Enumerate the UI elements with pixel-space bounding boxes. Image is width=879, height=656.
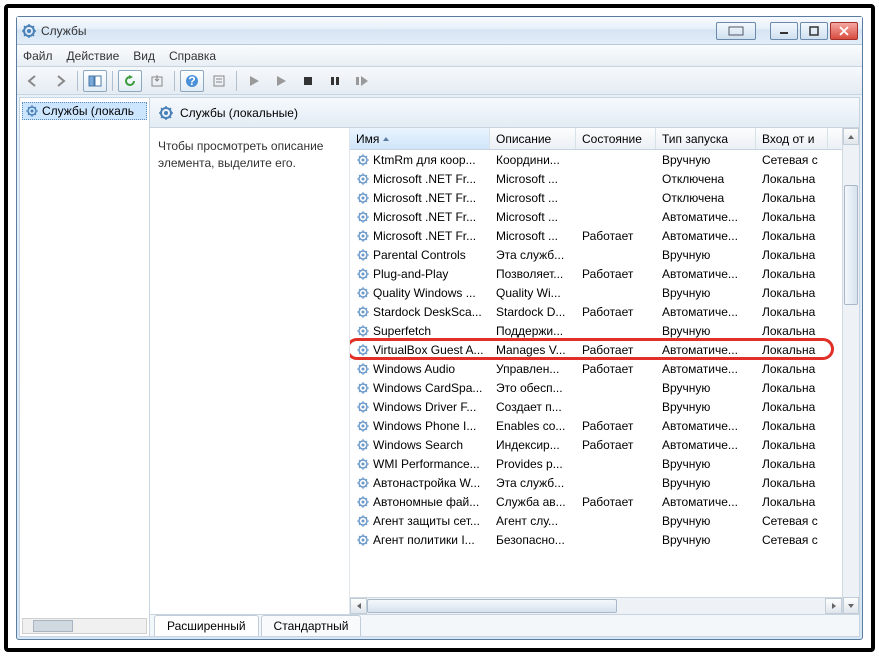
body: Службы (локаль Службы (локальные) Чтобы … xyxy=(19,97,860,637)
menu-help[interactable]: Справка xyxy=(169,49,216,63)
service-row[interactable]: WMI Performance...Provides p...ВручнуюЛо… xyxy=(350,454,842,473)
service-row[interactable]: KtmRm для коор...Координи...ВручнуюСетев… xyxy=(350,150,842,169)
tree-panel: Службы (локаль xyxy=(20,98,150,636)
list-body[interactable]: KtmRm для коор...Координи...ВручнуюСетев… xyxy=(350,150,842,597)
scroll-down-icon[interactable] xyxy=(843,597,859,614)
stop-service-button[interactable] xyxy=(296,70,320,92)
show-hide-tree-button[interactable] xyxy=(83,70,107,92)
list-header: Имя Описание Состояние Тип запуска Вход … xyxy=(350,128,842,150)
scroll-left-icon[interactable] xyxy=(350,598,367,614)
services-window: Службы Файл Действие Вид Справка ? xyxy=(16,16,863,640)
list-hscroll[interactable] xyxy=(350,597,842,614)
menu-view[interactable]: Вид xyxy=(133,49,155,63)
service-row[interactable]: Автонастройка W...Эта служб...ВручнуюЛок… xyxy=(350,473,842,492)
help-button[interactable]: ? xyxy=(180,70,204,92)
service-row[interactable]: Windows CardSpa...Это обесп...ВручнуюЛок… xyxy=(350,378,842,397)
service-row[interactable]: VirtualBox Guest A...Manages V...Работае… xyxy=(350,340,842,359)
main-panel: Службы (локальные) Чтобы просмотреть опи… xyxy=(150,98,859,636)
gear-icon xyxy=(25,104,39,118)
menubar: Файл Действие Вид Справка xyxy=(17,45,862,67)
service-row[interactable]: SuperfetchПоддержи...ВручнуюЛокальна xyxy=(350,321,842,340)
sort-asc-icon xyxy=(382,135,390,143)
main-header-title: Службы (локальные) xyxy=(180,106,298,120)
tree-services-local[interactable]: Службы (локаль xyxy=(22,102,147,120)
service-row[interactable]: Parental ControlsЭта служб...ВручнуюЛока… xyxy=(350,245,842,264)
service-row[interactable]: Агент защиты сет...Агент слу...ВручнуюСе… xyxy=(350,511,842,530)
service-row[interactable]: Microsoft .NET Fr...Microsoft ...Работае… xyxy=(350,226,842,245)
service-row[interactable]: Агент политики I...Безопасно...ВручнуюСе… xyxy=(350,530,842,549)
window-title: Службы xyxy=(41,24,716,38)
refresh-button[interactable] xyxy=(118,70,142,92)
forward-button[interactable] xyxy=(48,70,72,92)
menu-action[interactable]: Действие xyxy=(67,49,120,63)
service-row[interactable]: Windows Phone I...Enables co...РаботаетА… xyxy=(350,416,842,435)
maximize-button[interactable] xyxy=(800,22,828,40)
col-name[interactable]: Имя xyxy=(350,128,490,149)
outer-frame: Службы Файл Действие Вид Справка ? xyxy=(4,4,875,652)
view-tabs: Расширенный Стандартный xyxy=(150,614,859,636)
service-row[interactable]: Автономные фай...Служба ав...РаботаетАвт… xyxy=(350,492,842,511)
service-row[interactable]: Plug-and-PlayПозволяет...РаботаетАвтомат… xyxy=(350,264,842,283)
restart-service-button[interactable] xyxy=(350,70,374,92)
col-description[interactable]: Описание xyxy=(490,128,576,149)
col-logon[interactable]: Вход от и xyxy=(756,128,828,149)
description-panel: Чтобы просмотреть описание элемента, выд… xyxy=(150,128,350,614)
export-button[interactable] xyxy=(145,70,169,92)
properties-button[interactable] xyxy=(207,70,231,92)
service-row[interactable]: Windows SearchИндексир...РаботаетАвтомат… xyxy=(350,435,842,454)
tree-root-label: Службы (локаль xyxy=(42,104,134,118)
service-row[interactable]: Quality Windows ...Quality Wi...ВручнуюЛ… xyxy=(350,283,842,302)
main-content: Чтобы просмотреть описание элемента, выд… xyxy=(150,128,859,614)
scroll-right-icon[interactable] xyxy=(825,598,842,614)
extra-button[interactable] xyxy=(716,22,756,40)
tab-standard[interactable]: Стандартный xyxy=(261,615,362,636)
service-row[interactable]: Microsoft .NET Fr...Microsoft ...Автомат… xyxy=(350,207,842,226)
description-text: Чтобы просмотреть описание элемента, выд… xyxy=(158,139,323,170)
scroll-up-icon[interactable] xyxy=(843,128,859,145)
svg-text:?: ? xyxy=(188,74,195,88)
pause-service-button[interactable] xyxy=(323,70,347,92)
services-list: Имя Описание Состояние Тип запуска Вход … xyxy=(350,128,859,614)
services-icon xyxy=(21,23,37,39)
minimize-button[interactable] xyxy=(770,22,798,40)
toolbar: ? xyxy=(17,67,862,95)
start-service-button-2[interactable] xyxy=(269,70,293,92)
tab-extended[interactable]: Расширенный xyxy=(154,615,259,636)
tree-hscroll[interactable] xyxy=(22,618,147,634)
service-row[interactable]: Stardock DeskSca...Stardock D...Работает… xyxy=(350,302,842,321)
list-vscroll[interactable] xyxy=(842,128,859,614)
menu-file[interactable]: Файл xyxy=(23,49,53,63)
main-header: Службы (локальные) xyxy=(150,98,859,128)
service-row[interactable]: Microsoft .NET Fr...Microsoft ...Отключе… xyxy=(350,188,842,207)
close-button[interactable] xyxy=(830,22,858,40)
service-row[interactable]: Microsoft .NET Fr...Microsoft ...Отключе… xyxy=(350,169,842,188)
service-row[interactable]: Windows AudioУправлен...РаботаетАвтомати… xyxy=(350,359,842,378)
start-service-button[interactable] xyxy=(242,70,266,92)
service-row[interactable]: Windows Driver F...Создает п...ВручнуюЛо… xyxy=(350,397,842,416)
back-button[interactable] xyxy=(21,70,45,92)
gear-icon xyxy=(158,105,174,121)
titlebar[interactable]: Службы xyxy=(17,17,862,45)
col-state[interactable]: Состояние xyxy=(576,128,656,149)
col-startup[interactable]: Тип запуска xyxy=(656,128,756,149)
